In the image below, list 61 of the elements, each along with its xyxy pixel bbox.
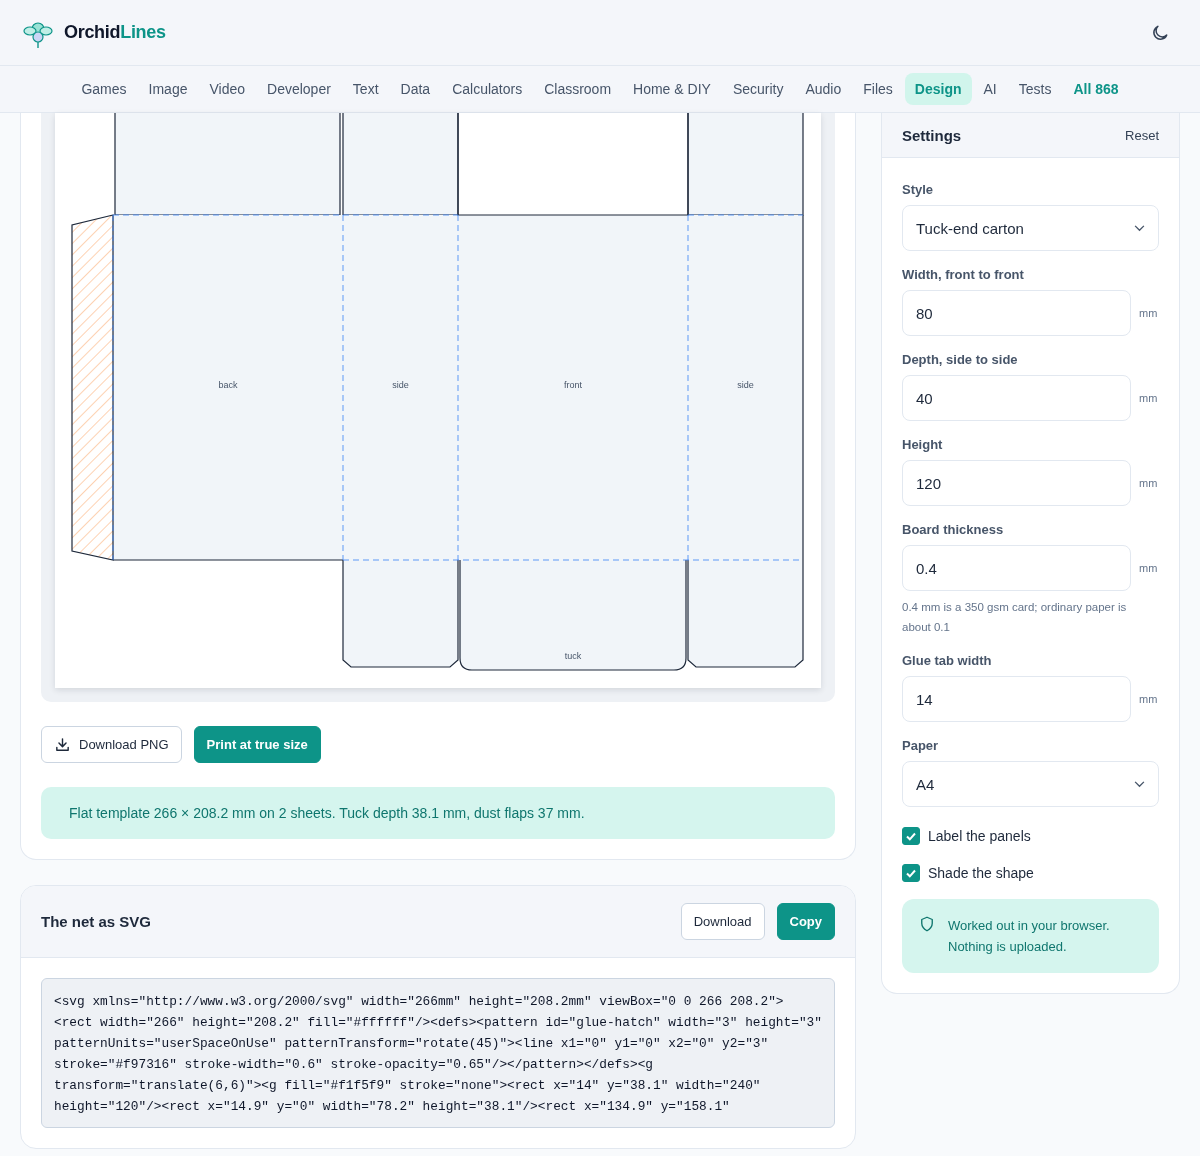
nav-link[interactable]: Tests	[1008, 73, 1062, 105]
checkbox-label: Shade the shape	[928, 865, 1034, 881]
number-field[interactable]: 40	[902, 375, 1131, 421]
panel-label: front	[564, 380, 582, 390]
nav-link[interactable]: Text	[342, 73, 389, 105]
number-field[interactable]: 120	[902, 460, 1131, 506]
nav-link[interactable]: Calculators	[442, 73, 533, 105]
nav-link[interactable]: Files	[853, 73, 903, 105]
checkbox[interactable]	[902, 827, 920, 845]
download-icon	[54, 736, 71, 753]
unit-label: mm	[1139, 562, 1158, 574]
svg-button[interactable]: Copy	[776, 903, 835, 940]
nav-link[interactable]: Developer	[257, 73, 341, 105]
field-label: Depth, side to side	[902, 352, 1019, 367]
nav-link[interactable]: Classroom	[534, 73, 622, 105]
unit-label: mm	[1139, 477, 1158, 489]
check-icon	[905, 830, 917, 842]
number-field[interactable]: 0.4	[902, 545, 1131, 591]
nav-link[interactable]: All 868	[1063, 73, 1129, 105]
svg-button[interactable]: Download	[680, 903, 765, 940]
action-button[interactable]: Print at true size	[193, 726, 321, 763]
field-hint: 0.4 mm is a 350 gsm card; ordinary paper is about 0.1	[902, 600, 1128, 635]
check-icon	[905, 867, 917, 879]
field-label: Paper	[902, 738, 940, 753]
panel-label: side	[392, 380, 409, 390]
panel-label: tuck	[564, 651, 582, 661]
unit-label: mm	[1139, 392, 1158, 404]
nav-link[interactable]: Image	[138, 73, 198, 105]
field-label: Glue tab width	[902, 653, 993, 668]
number-field[interactable]: 14	[902, 676, 1131, 722]
brand-name[interactable]: OrchidLines	[64, 22, 166, 43]
field-label: Board thickness	[902, 522, 1005, 537]
unit-label: mm	[1139, 307, 1158, 319]
number-field[interactable]: 80	[902, 290, 1131, 336]
notice-text: Worked out in your browser. Nothing is uploaded.	[948, 917, 1111, 956]
panel-label: back	[218, 380, 238, 390]
select-field[interactable]: A4	[902, 761, 1159, 807]
field-label: Height	[902, 437, 944, 452]
field-label: Width, front to front	[902, 267, 1025, 282]
checkbox-label: Label the panels	[928, 828, 1031, 844]
nav-link[interactable]: Audio	[795, 73, 852, 105]
field-label: Style	[902, 182, 935, 197]
nav-link[interactable]: Games	[71, 73, 137, 105]
unit-label: mm	[1139, 693, 1158, 705]
summary-note: Flat template 266 × 208.2 mm on 2 sheets. Tuck depth 38.1 mm, dust flaps 37 mm.	[41, 787, 835, 839]
nav-link[interactable]: Video	[199, 73, 256, 105]
card-title: The net as SVG	[41, 913, 152, 930]
select-field[interactable]: Tuck-end carton	[902, 205, 1159, 251]
chevron-down-icon	[1134, 224, 1145, 232]
nav-link[interactable]: Data	[390, 73, 441, 105]
nav-link[interactable]: Home & DIY	[623, 73, 721, 105]
panel-label: side	[737, 380, 754, 390]
reset-button[interactable]: Reset	[1125, 123, 1159, 147]
settings-title: Settings	[902, 126, 962, 144]
shield-icon	[918, 915, 936, 933]
nav-link[interactable]: AI	[973, 73, 1007, 105]
svg-code-field[interactable]: <svg xmlns="http://www.w3.org/2000/svg" width="266mm" height="208.2mm" viewBox="0 0 266 208.2"> <rect width="266" height="208.2" fill="#ffffff"/><defs><pattern id="glue-hatch" width="3" height="3" patternUnits="userSpaceOnUse" patternTransform="rotate(45)"><line x1="0" y1="0" x2="0" y2="3" stroke="#f97316" stroke-width="0.6" stroke-opacity="0.65"/></pattern></defs><g transform="translate(6,6)"><g fill="#f1f5f9" stroke="none"><rect x="14" y="38.1" width="240" height="120"/><rect x="14.9" y="0" width="78.2" height="38.1"/><rect x="134.9" y="158.1"	[41, 978, 835, 1128]
nav-link[interactable]: Security	[722, 73, 794, 105]
checkbox[interactable]	[902, 864, 920, 882]
chevron-down-icon	[1134, 780, 1145, 788]
action-button[interactable]: Download PNG	[41, 726, 182, 763]
